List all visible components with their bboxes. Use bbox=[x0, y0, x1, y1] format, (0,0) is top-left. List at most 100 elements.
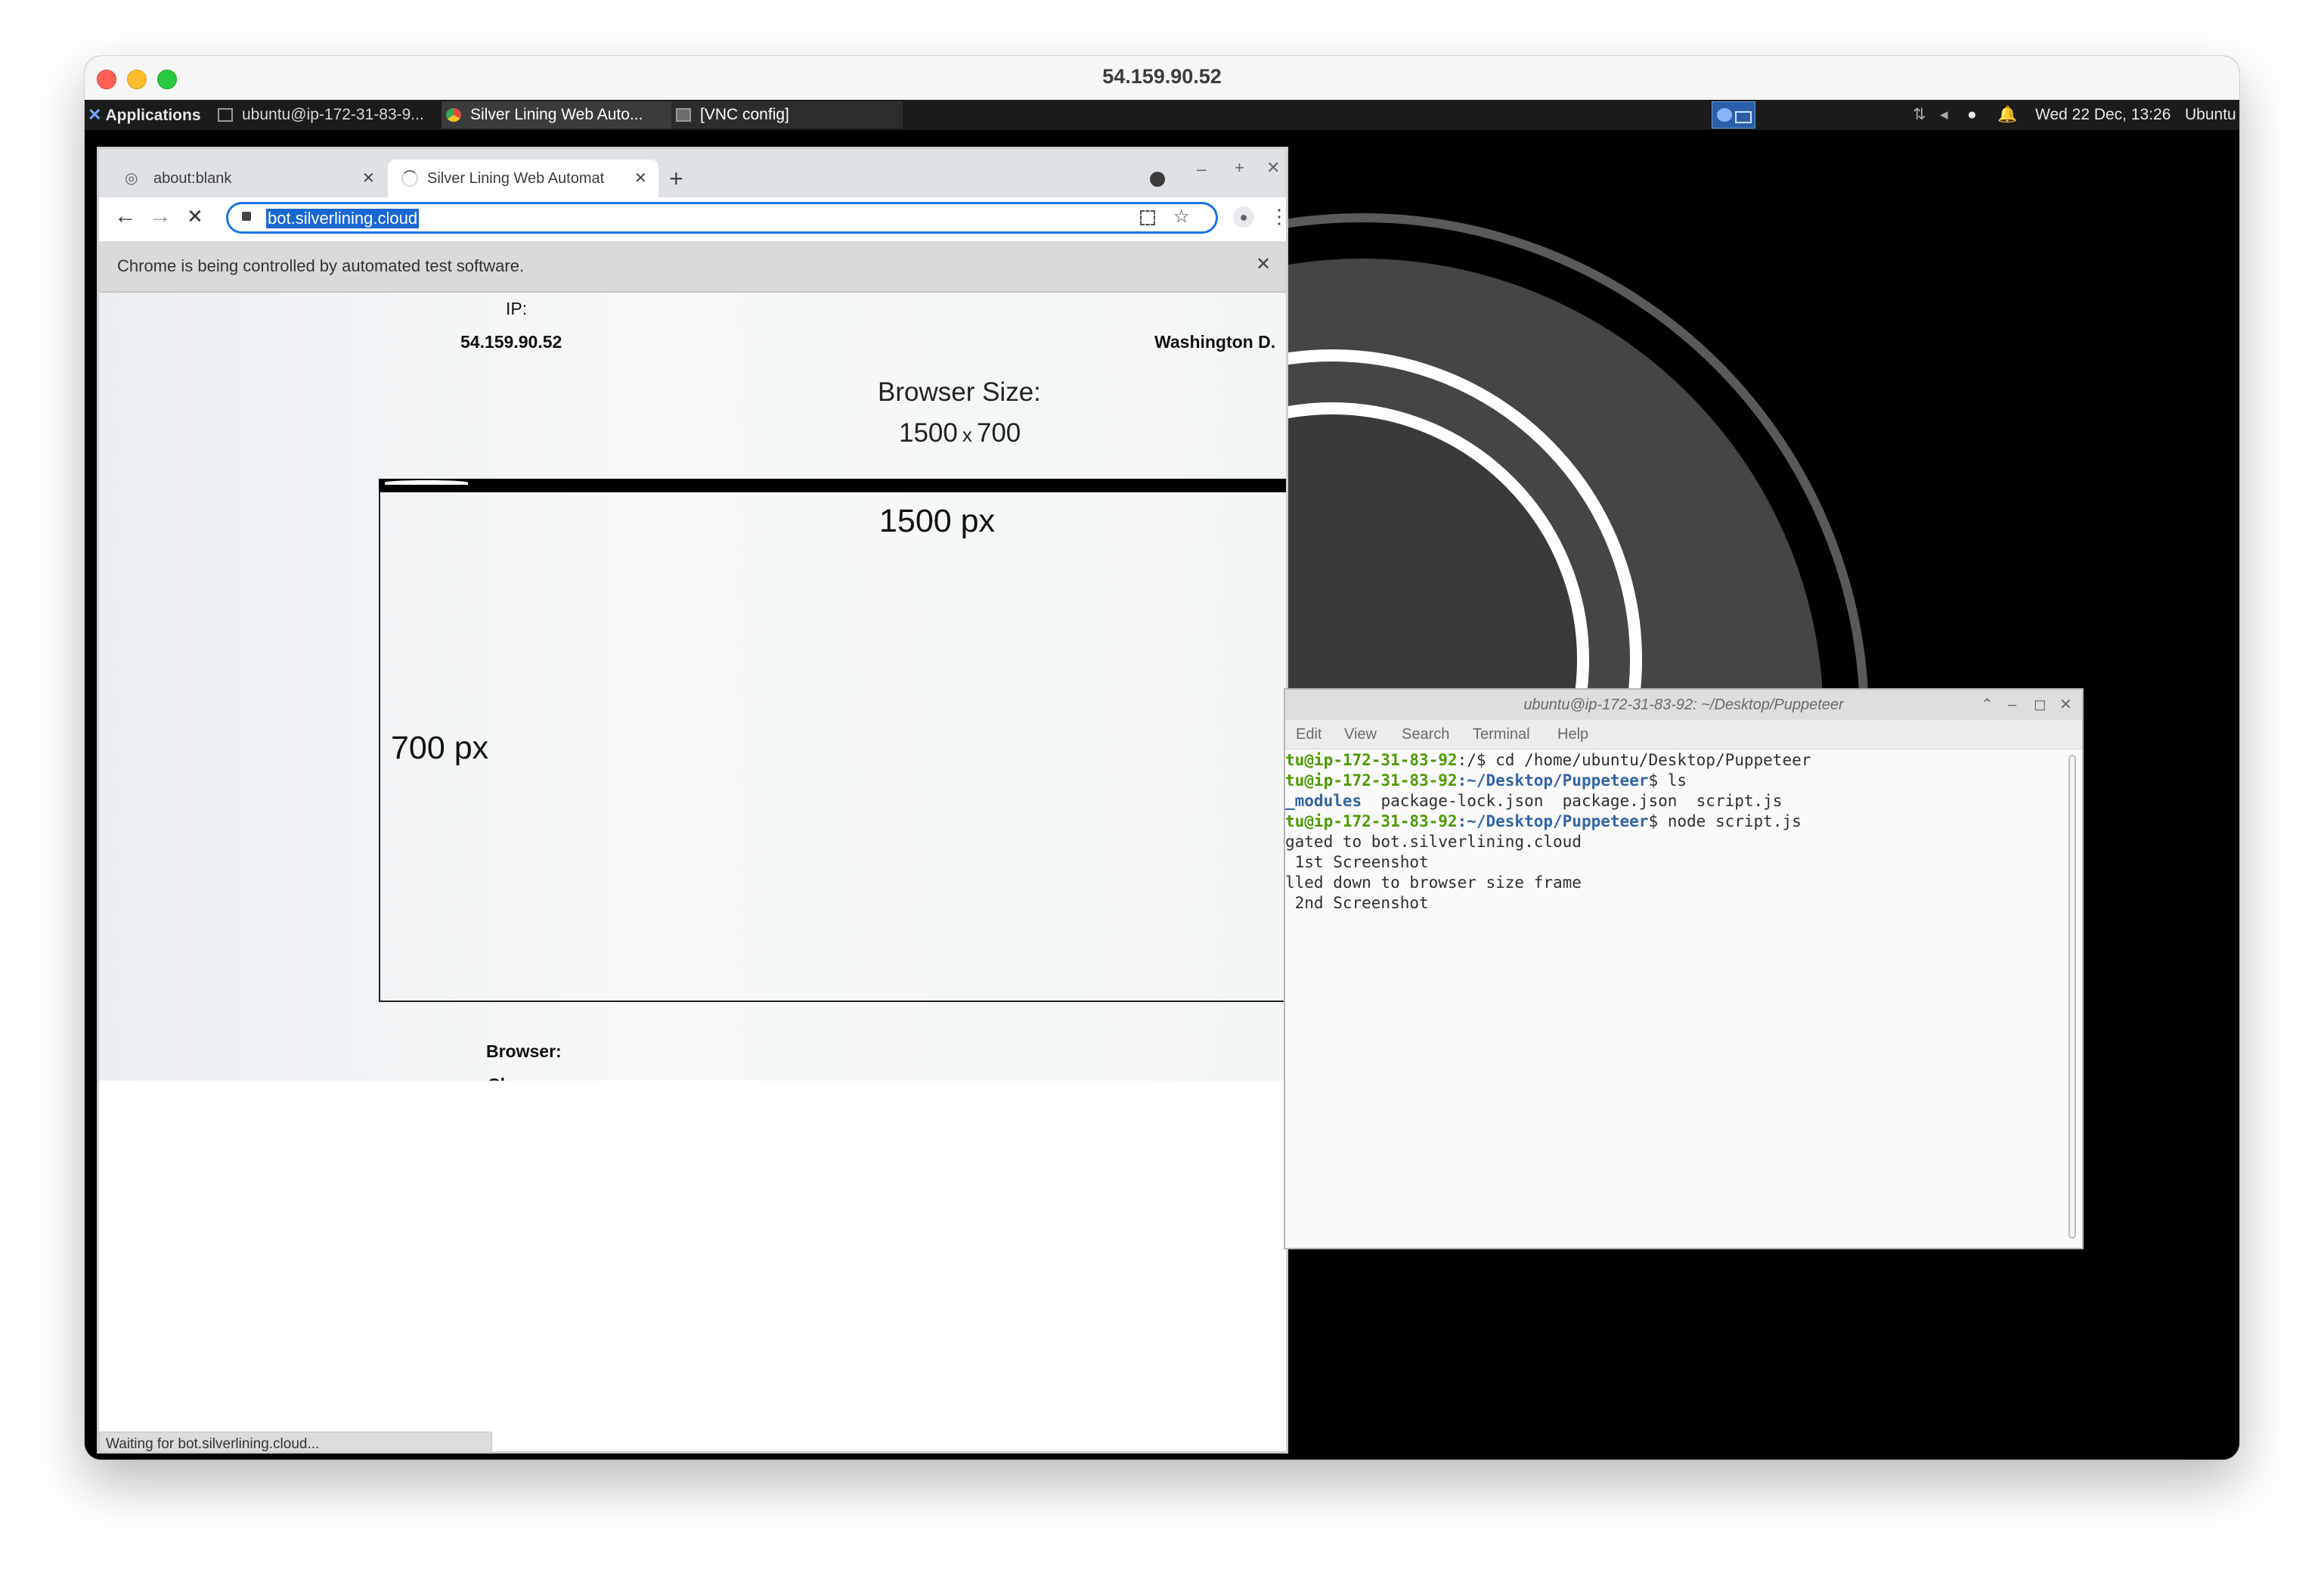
taskbar-item-terminal[interactable]: ubuntu@ip-172-31-83-9... bbox=[213, 101, 443, 129]
profile-avatar-icon[interactable]: ● bbox=[1233, 206, 1254, 228]
close-browser-icon[interactable]: ✕ bbox=[1266, 158, 1280, 178]
browser-label: Browser: bbox=[486, 1041, 562, 1061]
browser-size-value: 1500 x 700 bbox=[899, 418, 1021, 448]
terminal-line: lled down to browser size frame bbox=[1285, 873, 1582, 892]
power-icon[interactable]: ● bbox=[1967, 100, 1990, 130]
browser-value: Chrome bbox=[488, 1075, 553, 1081]
command-text: $ ls bbox=[1648, 771, 1687, 790]
globe-icon: ◎ bbox=[125, 170, 138, 187]
terminal-line: tu@ip-172-31-83-92:/$ cd /home/ubuntu/De… bbox=[1285, 750, 1811, 771]
bookmark-star-icon[interactable]: ☆ bbox=[1173, 206, 1190, 228]
workspace-switcher[interactable] bbox=[1712, 101, 1755, 129]
prompt-path: :~/Desktop/Puppeteer bbox=[1457, 812, 1649, 830]
vnc-window-title: 54.159.90.52 bbox=[1102, 65, 1222, 88]
terminal-scrollbar[interactable] bbox=[2068, 755, 2076, 1239]
infobar-text: Chrome is being controlled by automated … bbox=[117, 256, 525, 275]
lock-icon bbox=[242, 212, 251, 221]
applications-menu[interactable]: ✕ Applications : bbox=[88, 100, 201, 130]
chrome-icon bbox=[446, 108, 461, 123]
terminal-close-icon[interactable]: ✕ bbox=[2059, 690, 2072, 720]
tab-search-button[interactable] bbox=[1150, 172, 1165, 187]
prompt-user: tu@ip-172-31-83-92 bbox=[1285, 751, 1458, 769]
location-value: Washington D. bbox=[1154, 332, 1276, 352]
frame-white-notch bbox=[385, 480, 468, 485]
directory-name: _modules bbox=[1285, 792, 1362, 810]
prompt-user: tu@ip-172-31-83-92 bbox=[1285, 812, 1458, 830]
url-text[interactable]: bot.silverlining.cloud bbox=[266, 209, 420, 228]
command-text: $ cd /home/ubuntu/Desktop/Puppeteer bbox=[1476, 751, 1811, 769]
terminal-title: ubuntu@ip-172-31-83-92: ~/Desktop/Puppet… bbox=[1523, 697, 1844, 713]
terminal-icon bbox=[218, 108, 233, 123]
new-tab-button[interactable]: + bbox=[669, 161, 683, 196]
tab-close-icon[interactable]: ✕ bbox=[634, 160, 647, 197]
frame-width-label: 1500 px bbox=[879, 503, 996, 539]
prompt-user: tu@ip-172-31-83-92 bbox=[1285, 771, 1458, 790]
maximize-browser-icon[interactable]: + bbox=[1235, 158, 1244, 178]
menu-terminal[interactable]: Terminal bbox=[1473, 726, 1530, 743]
browser-size-frame: 1500 px 700 px bbox=[379, 479, 1286, 1002]
browser-size-heading: Browser Size: bbox=[878, 377, 1041, 407]
notification-bell-icon[interactable]: 🔔 bbox=[1997, 100, 2020, 130]
prompt-path: :/ bbox=[1457, 751, 1477, 769]
tab-silver-lining[interactable]: Silver Lining Web Automat ✕ bbox=[388, 160, 658, 197]
terminal-title-bar[interactable]: ubuntu@ip-172-31-83-92: ~/Desktop/Puppet… bbox=[1285, 690, 2082, 721]
tab-title: Silver Lining Web Automat bbox=[427, 170, 605, 187]
menu-search[interactable]: Search bbox=[1402, 726, 1449, 743]
terminal-window: ubuntu@ip-172-31-83-92: ~/Desktop/Puppet… bbox=[1284, 688, 2084, 1249]
panel-clock[interactable]: Wed 22 Dec, 13:26 bbox=[2035, 100, 2186, 130]
terminal-line: 2nd Screenshot bbox=[1285, 894, 1429, 912]
window-icon bbox=[676, 108, 691, 123]
taskbar-item-label: ubuntu@ip-172-31-83-9... bbox=[242, 106, 424, 123]
address-bar[interactable]: bot.silverlining.cloud ☆ bbox=[226, 202, 1218, 234]
panel-user-menu[interactable]: Ubuntu bbox=[2185, 100, 2239, 130]
xfce-top-panel: ✕ Applications : ubuntu@ip-172-31-83-9..… bbox=[85, 100, 2239, 130]
tab-about-blank[interactable]: ◎ about:blank ✕ bbox=[105, 160, 385, 197]
terminal-output[interactable]: tu@ip-172-31-83-92:/$ cd /home/ubuntu/De… bbox=[1285, 750, 2071, 1248]
size-x: x bbox=[962, 424, 972, 446]
size-height: 700 bbox=[976, 418, 1021, 448]
terminal-line: gated to bot.silverlining.cloud bbox=[1285, 833, 1582, 851]
xfce-logo-icon: ✕ bbox=[88, 105, 102, 124]
applications-menu-label: Applications : bbox=[105, 107, 202, 124]
workspace-window-thumb bbox=[1717, 108, 1732, 122]
menu-view[interactable]: View bbox=[1344, 726, 1377, 743]
taskbar-item-chrome[interactable]: Silver Lining Web Auto... bbox=[442, 101, 673, 129]
web-page-viewport: IP: 54.159.90.52 Washington D. Browser S… bbox=[99, 293, 1286, 1451]
terminal-line: tu@ip-172-31-83-92:~/Desktop/Puppeteer$ … bbox=[1285, 811, 1802, 832]
stop-loading-icon[interactable]: ✕ bbox=[187, 205, 203, 228]
command-text: $ node script.js bbox=[1648, 812, 1802, 830]
network-icon[interactable]: ⇅ bbox=[1913, 100, 1935, 130]
vnc-title-bar[interactable]: 54.159.90.52 bbox=[85, 56, 2239, 101]
minimize-browser-icon[interactable]: – bbox=[1197, 160, 1206, 179]
infobar-close-icon[interactable]: ✕ bbox=[1256, 253, 1271, 275]
menu-help[interactable]: Help bbox=[1557, 726, 1588, 743]
ip-label: IP: bbox=[506, 299, 528, 318]
frame-height-label: 700 px bbox=[391, 730, 489, 766]
tab-close-icon[interactable]: ✕ bbox=[362, 160, 375, 197]
prompt-path: :~/Desktop/Puppeteer bbox=[1457, 771, 1649, 790]
output-text: package-lock.json package.json script.js bbox=[1362, 792, 1783, 810]
terminal-minimize-icon[interactable]: – bbox=[2008, 690, 2016, 720]
terminal-maximize-icon[interactable]: ◻ bbox=[2034, 690, 2047, 720]
terminal-shade-icon[interactable]: ⌃ bbox=[1981, 690, 1994, 720]
menu-edit[interactable]: Edit bbox=[1296, 726, 1322, 743]
taskbar-item-label: Silver Lining Web Auto... bbox=[470, 106, 643, 123]
loading-spinner-icon bbox=[401, 170, 418, 187]
vnc-viewer-window: 54.159.90.52 ✕ Applications : ubuntu@ip-… bbox=[85, 56, 2239, 1460]
qr-code-icon[interactable] bbox=[1140, 210, 1155, 225]
forward-arrow-icon[interactable]: → bbox=[149, 203, 172, 229]
taskbar-item-label: [VNC config] bbox=[700, 106, 789, 123]
workspace-window-thumb bbox=[1735, 111, 1752, 123]
kebab-menu-icon[interactable]: ⋮ bbox=[1269, 205, 1289, 228]
terminal-line: _modules package-lock.json package.json … bbox=[1285, 791, 1782, 811]
ip-value: 54.159.90.52 bbox=[460, 332, 562, 352]
back-arrow-icon[interactable]: ← bbox=[114, 203, 137, 229]
browser-toolbar: ← → ✕ bot.silverlining.cloud ☆ ● ⋮ bbox=[99, 197, 1289, 241]
tab-title: about:blank bbox=[153, 170, 232, 187]
tab-strip: ◎ about:blank ✕ Silver Lining Web Automa… bbox=[99, 149, 1286, 202]
terminal-menubar: Edit View Search Terminal Help bbox=[1285, 720, 2082, 749]
automation-infobar: Chrome is being controlled by automated … bbox=[99, 241, 1286, 293]
terminal-line: tu@ip-172-31-83-92:~/Desktop/Puppeteer$ … bbox=[1285, 771, 1687, 791]
taskbar-item-vnc-config[interactable]: [VNC config] bbox=[671, 101, 903, 129]
volume-icon[interactable]: ◂ bbox=[1940, 100, 1963, 130]
